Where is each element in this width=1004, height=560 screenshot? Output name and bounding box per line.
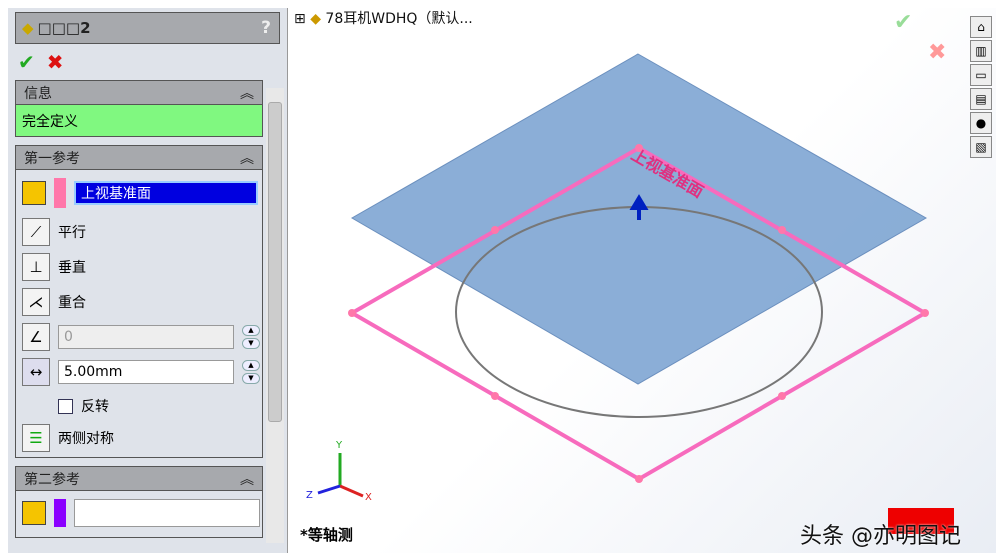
second-ref-header: 第二参考 xyxy=(24,471,80,488)
offset-button[interactable]: ↔ xyxy=(22,358,50,386)
status-text: 完全定义 xyxy=(16,105,262,136)
property-manager: ◆ □□□2 ? ✔ ✖ 信息 ︽ 完全定义 第一参考 ︽ 上视基准面 ⟋ 平行 ⊥ 垂… xyxy=(8,8,288,553)
symmetric-button[interactable]: ☰ xyxy=(22,424,50,452)
plane-icon: ◆ xyxy=(22,19,34,37)
coincident-button[interactable]: ⋌ xyxy=(22,288,50,316)
info-section: 信息 ︽ 完全定义 xyxy=(15,80,263,137)
panel-title-bar: ◆ □□□2 ? xyxy=(15,12,280,44)
angle-spinner[interactable]: ▲ ▼ xyxy=(242,325,260,349)
face-icon xyxy=(22,181,46,205)
first-ref-header: 第一参考 xyxy=(24,150,80,167)
perpendicular-label: 垂直 xyxy=(58,260,86,276)
svg-text:Z: Z xyxy=(306,490,313,501)
parallel-button[interactable]: ⟋ xyxy=(22,218,50,246)
view-orientation-label: *等轴测 xyxy=(300,526,353,544)
flip-checkbox[interactable] xyxy=(58,398,73,414)
coincident-label: 重合 xyxy=(58,295,86,311)
angle-input[interactable]: 0 xyxy=(58,325,234,349)
symmetric-label: 两侧对称 xyxy=(58,431,114,447)
collapse-icon[interactable]: ︽ xyxy=(240,148,254,168)
collapse-icon[interactable]: ︽ xyxy=(240,469,254,489)
angle-button[interactable]: ∠ xyxy=(22,323,50,351)
panel-scrollbar[interactable] xyxy=(266,88,284,543)
panel-title: □□□2 xyxy=(37,19,91,37)
offset-spinner[interactable]: ▲ ▼ xyxy=(242,360,260,384)
model-graphics: 上视基准面 Y X Z xyxy=(306,53,929,503)
collapse-icon[interactable]: ︽ xyxy=(240,83,254,103)
info-header: 信息 xyxy=(24,85,52,102)
offset-input[interactable]: 5.00mm xyxy=(58,360,234,384)
parallel-label: 平行 xyxy=(58,225,86,241)
cancel-button[interactable]: ✖ xyxy=(47,50,64,74)
first-reference-section: 第一参考 ︽ 上视基准面 ⟋ 平行 ⊥ 垂直 ⋌ 重合 ∠ 0 ▲ ▼ ↔ 5.00mm ▲ ▼ 反… xyxy=(15,145,263,458)
svg-text:X: X xyxy=(365,492,372,503)
flip-label: 反转 xyxy=(81,399,109,415)
svg-text:Y: Y xyxy=(335,440,343,451)
graphics-viewport[interactable]: ⊞ ◆ 78耳机WDHQ（默认... ✔ ✖ ⌂ ▥ ▭ ▤ ● ▧ 上视基准面… xyxy=(290,8,996,553)
ok-button[interactable]: ✔ xyxy=(18,50,35,74)
watermark: 头条 @亦明图记 xyxy=(800,524,961,549)
first-ref-selection[interactable]: 上视基准面 xyxy=(74,181,258,205)
second-ref-selection[interactable] xyxy=(74,499,260,527)
triad: Y X Z xyxy=(306,440,372,503)
help-button[interactable]: ? xyxy=(261,18,271,38)
perpendicular-button[interactable]: ⊥ xyxy=(22,253,50,281)
second-reference-section: 第二参考 ︽ xyxy=(15,466,263,538)
face-icon xyxy=(22,501,46,525)
